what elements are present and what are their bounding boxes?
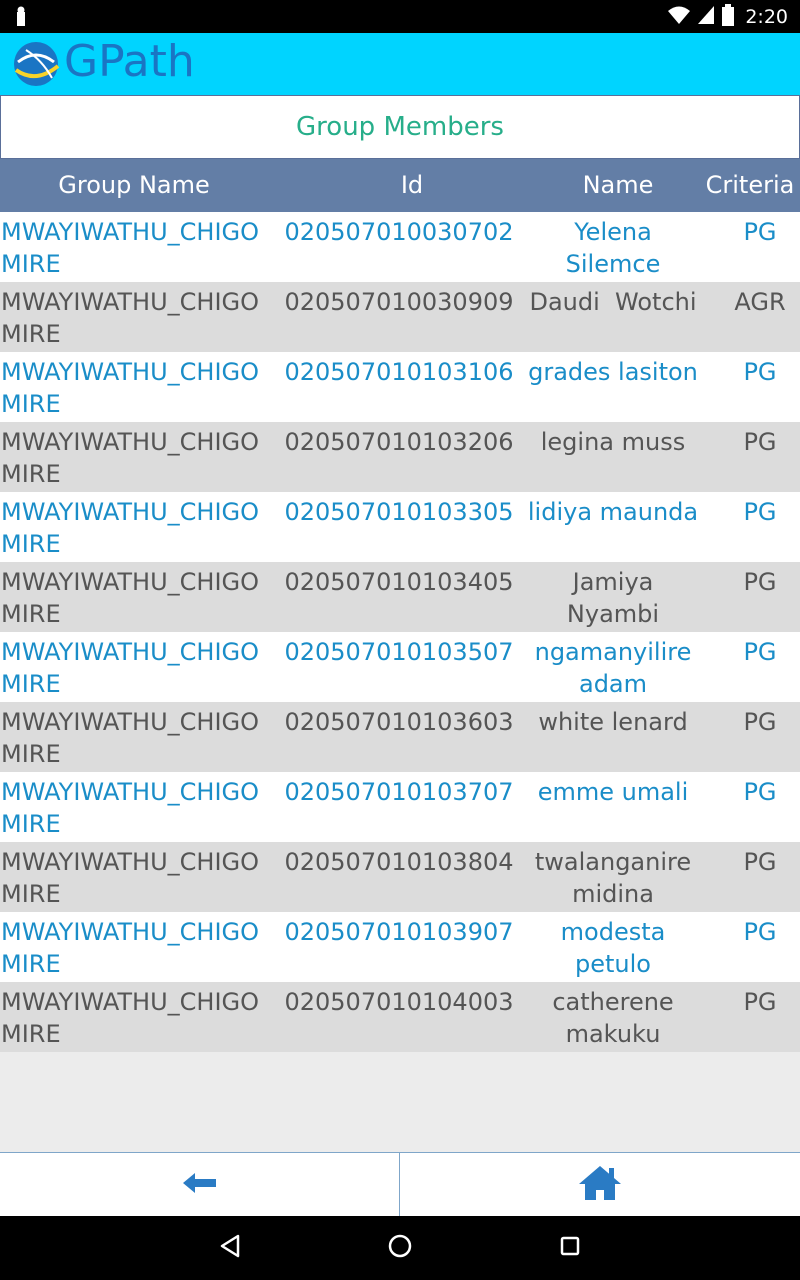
page-title: Group Members (0, 95, 800, 159)
cell-id: 020507010103206 (284, 428, 514, 456)
cell-id: 020507010103804 (284, 848, 514, 876)
status-bar: 2:20 (0, 0, 800, 33)
cell-name: ngamanyilire adam (534, 638, 692, 698)
table-row[interactable]: MWAYIWATHU_CHIGOMIRE 020507010103405 Jam… (0, 562, 800, 632)
table-header: Group Name Id Name Criteria (0, 159, 800, 212)
cell-group-name: MWAYIWATHU_CHIGOMIRE (1, 708, 260, 768)
column-header-criteria: Criteria (705, 171, 795, 199)
cell-id: 020507010030909 (284, 288, 514, 316)
status-time: 2:20 (745, 6, 788, 28)
cell-id: 020507010103305 (284, 498, 514, 526)
cell-name: catherene makuku (552, 988, 674, 1048)
cell-group-name: MWAYIWATHU_CHIGOMIRE (1, 918, 260, 978)
arrow-left-icon (182, 1172, 217, 1198)
cell-criteria: PG (743, 638, 777, 666)
cell-name: legina muss (540, 428, 686, 456)
cell-criteria: PG (743, 848, 777, 876)
table-row[interactable]: MWAYIWATHU_CHIGOMIRE 020507010103305 lid… (0, 492, 800, 562)
cell-id: 020507010103907 (284, 918, 514, 946)
members-table: MWAYIWATHU_CHIGOMIRE 020507010030702 Yel… (0, 212, 800, 1052)
cell-group-name: MWAYIWATHU_CHIGOMIRE (1, 218, 260, 278)
battery-icon (721, 4, 735, 30)
cell-group-name: MWAYIWATHU_CHIGOMIRE (1, 498, 260, 558)
cell-name: twalanganire midina (534, 848, 692, 908)
table-row[interactable]: MWAYIWATHU_CHIGOMIRE 020507010103907 mod… (0, 912, 800, 982)
cell-group-name: MWAYIWATHU_CHIGOMIRE (1, 778, 260, 838)
back-triangle-icon (219, 1234, 241, 1262)
home-circle-icon (387, 1233, 413, 1263)
notification-icon (14, 6, 28, 30)
cell-name: modesta petulo (560, 918, 666, 978)
home-button[interactable] (400, 1153, 800, 1216)
globe-logo-icon (12, 40, 60, 92)
cell-group-name: MWAYIWATHU_CHIGOMIRE (1, 988, 260, 1048)
system-recents-button[interactable] (530, 1216, 610, 1280)
table-row[interactable]: MWAYIWATHU_CHIGOMIRE 020507010103804 twa… (0, 842, 800, 912)
cell-id: 020507010103707 (284, 778, 514, 806)
cell-id: 020507010104003 (284, 988, 514, 1016)
table-row[interactable]: MWAYIWATHU_CHIGOMIRE 020507010104003 cat… (0, 982, 800, 1052)
cell-criteria: PG (743, 568, 777, 596)
cell-criteria: PG (743, 708, 777, 736)
cell-id: 020507010103405 (284, 568, 514, 596)
recents-square-icon (559, 1235, 581, 1261)
column-header-id: Id (400, 171, 424, 199)
home-icon (578, 1165, 622, 1205)
system-back-button[interactable] (190, 1216, 270, 1280)
app-logo-text: GPath (64, 36, 195, 87)
table-row[interactable]: MWAYIWATHU_CHIGOMIRE 020507010030909 Dau… (0, 282, 800, 352)
cell-group-name: MWAYIWATHU_CHIGOMIRE (1, 288, 260, 348)
column-header-group-name: Group Name (58, 171, 210, 199)
cell-criteria: PG (743, 918, 777, 946)
cell-id: 020507010103507 (284, 638, 514, 666)
column-header-name: Name (582, 171, 654, 199)
system-nav-bar (0, 1216, 800, 1280)
cell-name: emme umali (537, 778, 689, 806)
cell-name: Jamiya Nyambi (566, 568, 660, 628)
cell-name: grades lasiton (528, 358, 698, 386)
cell-group-name: MWAYIWATHU_CHIGOMIRE (1, 848, 260, 908)
table-row[interactable]: MWAYIWATHU_CHIGOMIRE 020507010103603 whi… (0, 702, 800, 772)
cell-id: 020507010103603 (284, 708, 514, 736)
cell-id: 020507010103106 (284, 358, 514, 386)
cell-group-name: MWAYIWATHU_CHIGOMIRE (1, 568, 260, 628)
cell-criteria: PG (743, 358, 777, 386)
cell-name: Daudi Wotchi (529, 288, 697, 316)
cell-id: 020507010030702 (284, 218, 514, 246)
signal-icon (697, 5, 715, 29)
bottom-nav (0, 1152, 800, 1216)
cell-criteria: PG (743, 778, 777, 806)
cell-criteria: PG (743, 428, 777, 456)
cell-name: lidiya maunda (527, 498, 699, 526)
back-button[interactable] (0, 1153, 400, 1216)
cell-criteria: PG (743, 218, 777, 246)
cell-group-name: MWAYIWATHU_CHIGOMIRE (1, 358, 260, 418)
cell-group-name: MWAYIWATHU_CHIGOMIRE (1, 428, 260, 488)
cell-name: Yelena Silemce (565, 218, 661, 278)
table-row[interactable]: MWAYIWATHU_CHIGOMIRE 020507010030702 Yel… (0, 212, 800, 282)
cell-criteria: PG (743, 988, 777, 1016)
table-row[interactable]: MWAYIWATHU_CHIGOMIRE 020507010103106 gra… (0, 352, 800, 422)
cell-name: white lenard (538, 708, 688, 736)
cell-criteria: AGR (734, 288, 786, 316)
table-row[interactable]: MWAYIWATHU_CHIGOMIRE 020507010103507 nga… (0, 632, 800, 702)
table-row[interactable]: MWAYIWATHU_CHIGOMIRE 020507010103707 emm… (0, 772, 800, 842)
cell-group-name: MWAYIWATHU_CHIGOMIRE (1, 638, 260, 698)
table-row[interactable]: MWAYIWATHU_CHIGOMIRE 020507010103206 leg… (0, 422, 800, 492)
cell-criteria: PG (743, 498, 777, 526)
wifi-icon (667, 5, 691, 29)
system-home-button[interactable] (360, 1216, 440, 1280)
app-bar: GPath (0, 33, 800, 95)
